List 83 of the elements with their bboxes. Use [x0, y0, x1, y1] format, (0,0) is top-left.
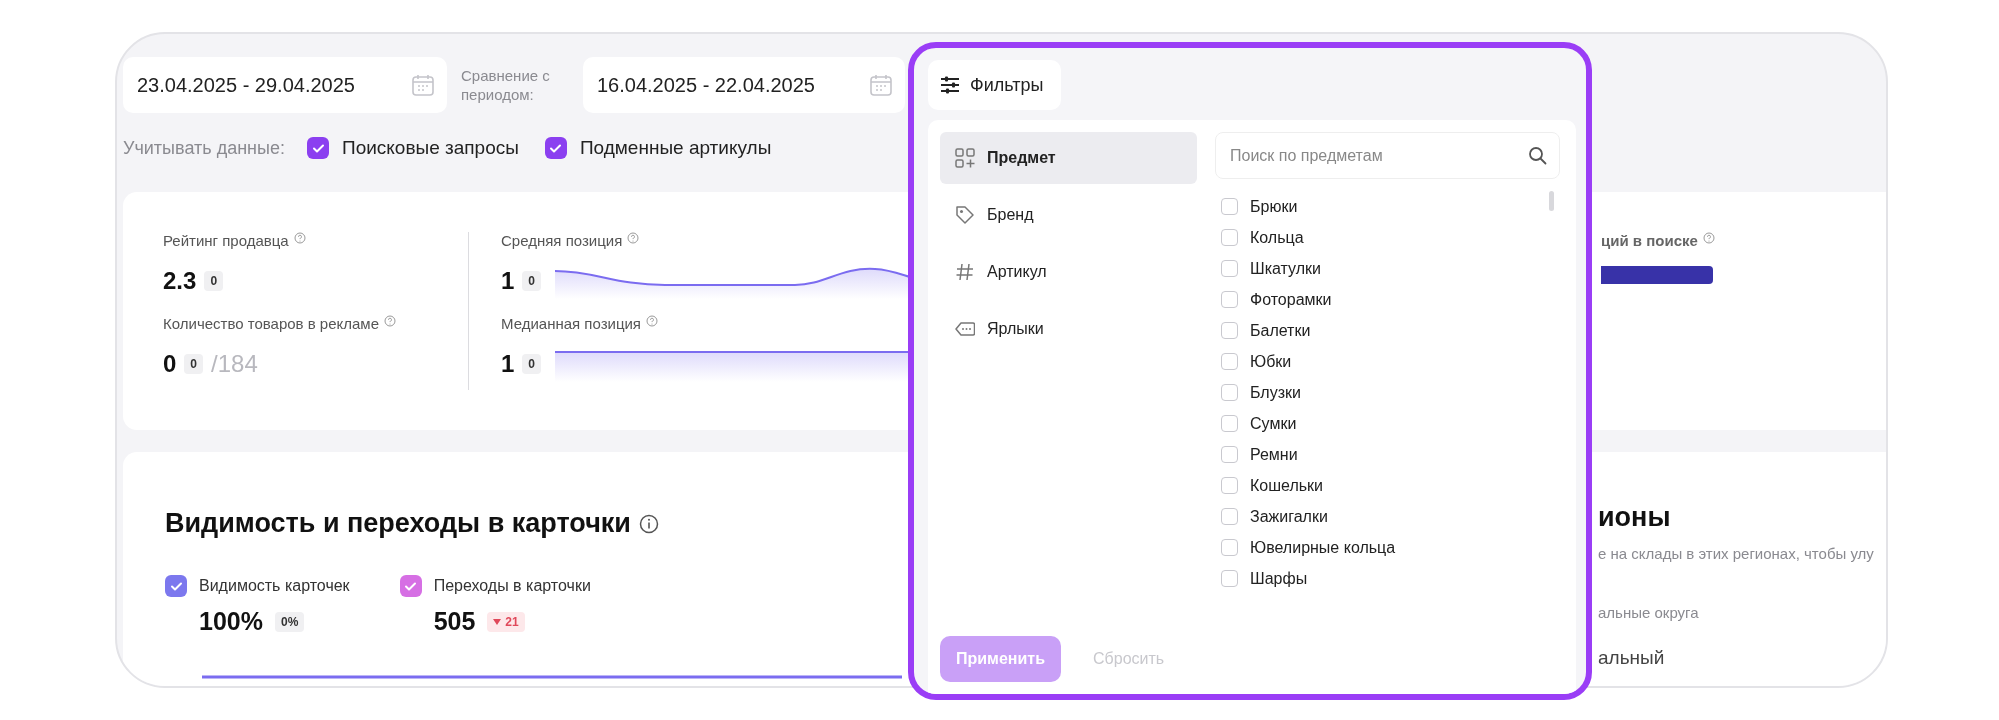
checkbox[interactable] [1221, 322, 1238, 339]
delta-badge: 0 [204, 271, 224, 291]
column-header: альные округа [1598, 604, 1700, 621]
checkbox[interactable] [307, 137, 329, 159]
grid-plus-icon [955, 148, 975, 168]
comparison-label: Сравнение с периодом: [461, 66, 551, 104]
calendar-icon [869, 73, 893, 97]
checkbox[interactable] [165, 575, 187, 597]
stat-label: Рейтинг продавца [163, 232, 289, 249]
delta-badge: 0% [274, 611, 305, 632]
search-icon [1528, 146, 1547, 165]
checkbox[interactable] [1221, 229, 1238, 246]
help-icon [293, 232, 306, 244]
metric-value: 505 [433, 607, 476, 636]
stat-label: Медианная позиция [501, 315, 641, 332]
stat-total: /184 [211, 350, 258, 378]
section-subtitle: е на склады в этих регионах, чтобы улу [1598, 545, 1874, 562]
filter-category[interactable]: Артикул [940, 246, 1197, 298]
scrollbar-thumb[interactable] [1549, 191, 1554, 211]
filter-category[interactable]: Ярлыки [940, 303, 1197, 355]
metric-label: Видимость карточек [199, 577, 350, 595]
stat-label: Количество товаров в рекламе [163, 315, 380, 332]
filter-option[interactable]: Зажигалки [1250, 507, 1328, 526]
delta-badge: 0 [184, 354, 204, 374]
calendar-icon [411, 73, 435, 97]
stat-value: 1 [501, 267, 515, 295]
down-triangle-icon [493, 618, 502, 625]
filter-option[interactable]: Шкатулки [1250, 259, 1321, 278]
filter-category[interactable]: Бренд [940, 189, 1197, 241]
checkbox[interactable] [1221, 384, 1238, 401]
checkbox[interactable] [1221, 198, 1238, 215]
checkbox[interactable] [1221, 353, 1238, 370]
checkbox[interactable] [1221, 446, 1238, 463]
filter-option[interactable]: Кошельки [1250, 476, 1324, 495]
delta-badge: 0 [522, 354, 542, 374]
checkbox[interactable] [1221, 291, 1238, 308]
options-label: Учитывать данные: [123, 137, 285, 159]
region-name: альный [1598, 647, 1666, 669]
label-icon [955, 319, 975, 339]
checkbox[interactable] [1221, 539, 1238, 556]
checkbox[interactable] [1221, 508, 1238, 525]
checkbox[interactable] [1221, 260, 1238, 277]
metric-label: Переходы в карточки [433, 577, 591, 595]
date-range-field[interactable]: 23.04.2025 - 29.04.2025 [123, 57, 447, 113]
stat-label: ций в поиске [1601, 232, 1698, 249]
checkbox-label: Подменные артикулы [579, 137, 772, 159]
stat-value: 1 [501, 350, 515, 378]
filter-option[interactable]: Балетки [1250, 321, 1311, 340]
checkbox[interactable] [399, 575, 422, 597]
filter-option[interactable]: Юбки [1250, 352, 1292, 371]
date-range-field[interactable]: 16.04.2025 - 22.04.2025 [583, 57, 905, 113]
checkbox[interactable] [544, 137, 567, 159]
filter-option[interactable]: Ремни [1250, 445, 1298, 464]
help-icon [646, 315, 658, 327]
hash-icon [955, 262, 975, 282]
metric-value: 100% [199, 607, 263, 636]
filter-option[interactable]: Фоторамки [1250, 290, 1332, 309]
stat-label: Средняя позиция [501, 232, 623, 249]
filter-option[interactable]: Шарфы [1250, 569, 1308, 588]
stat-value: 0 [163, 350, 177, 378]
info-icon [638, 513, 659, 534]
filter-icon [940, 75, 960, 95]
delta-badge: 0 [522, 271, 542, 291]
search-field[interactable]: Поиск по предметам [1215, 132, 1560, 179]
filter-option[interactable]: Сумки [1250, 414, 1297, 433]
filter-category[interactable]: Предмет [940, 132, 1197, 184]
filter-option[interactable]: Блузки [1250, 383, 1301, 402]
filters-button[interactable]: Фильтры [928, 60, 1062, 110]
checkbox[interactable] [1221, 477, 1238, 494]
filter-option[interactable]: Ювелирные кольца [1250, 538, 1396, 557]
tag-icon [955, 205, 975, 225]
help-icon [627, 232, 640, 244]
filter-option[interactable]: Кольца [1250, 228, 1304, 247]
help-icon [384, 315, 397, 327]
section-title: Видимость и переходы в карточки [165, 508, 631, 539]
section-title: ионы [1598, 502, 1672, 533]
filter-option[interactable]: Брюки [1250, 197, 1298, 216]
help-icon [1702, 232, 1715, 244]
checkbox[interactable] [1221, 570, 1238, 587]
checkbox-label: Поисковые запросы [342, 137, 519, 159]
checkbox[interactable] [1221, 415, 1238, 432]
stat-value: 2.3 [163, 267, 197, 295]
delta-badge: 21 [487, 611, 525, 632]
